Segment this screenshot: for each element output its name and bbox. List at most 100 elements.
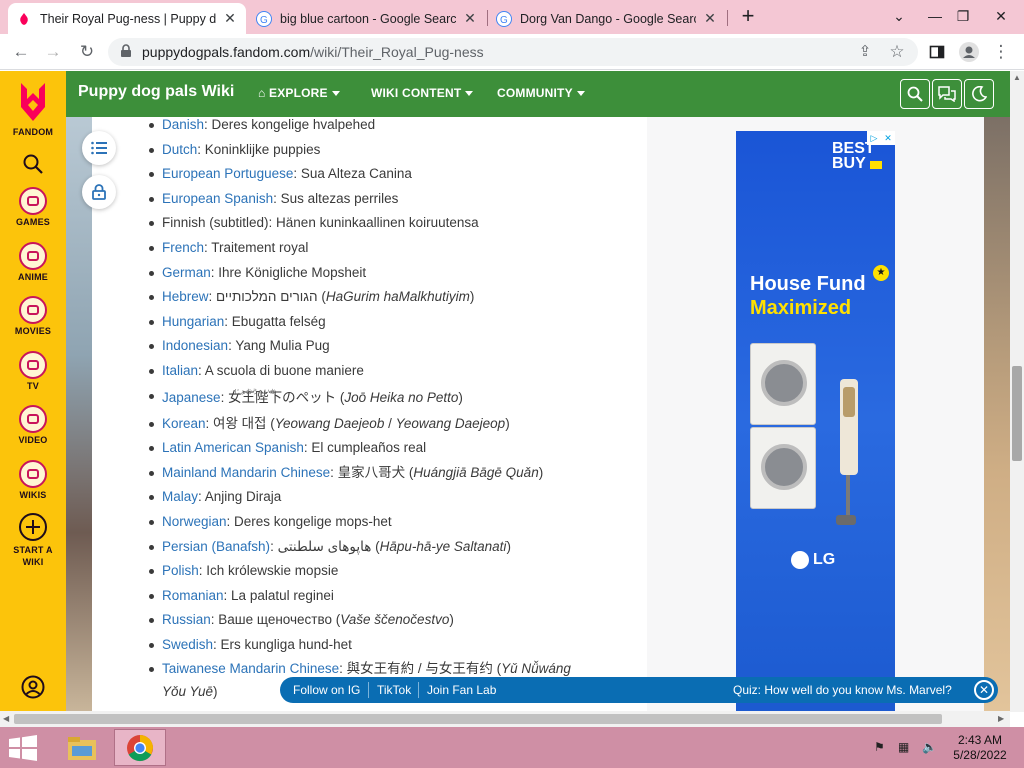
volume-muted-icon[interactable]: 🔈 — [922, 740, 937, 754]
advertisement[interactable]: ▷ ✕ BEST BUY House Fund ★ Maximized LG — [736, 131, 895, 711]
close-icon[interactable]: ✕ — [974, 680, 994, 700]
translation-punct: ) — [505, 415, 510, 431]
system-clock[interactable]: 2:43 AM 5/28/2022 — [950, 733, 1010, 763]
windows-start-icon[interactable] — [8, 735, 38, 761]
close-tab-icon[interactable]: ✕ — [222, 10, 238, 27]
ad-headline-1: House Fund — [750, 273, 866, 295]
language-link[interactable]: Latin American Spanish — [162, 440, 304, 455]
back-arrow-icon[interactable]: ← — [8, 39, 34, 65]
close-window-icon[interactable]: ✕ — [984, 0, 1018, 34]
language-link[interactable]: Taiwanese Mandarin Chinese — [162, 661, 339, 676]
close-tab-icon[interactable]: ✕ — [462, 10, 478, 27]
browser-toolbar: ← → ↻ puppydogpals.fandom.com/wiki/Their… — [0, 34, 1024, 70]
wiki-search-button[interactable] — [900, 79, 930, 109]
language-link[interactable]: Persian (Banafsh) — [162, 539, 270, 554]
rail-search[interactable] — [0, 153, 66, 177]
language-link[interactable]: Norwegian — [162, 514, 227, 529]
language-link[interactable]: European Spanish — [162, 191, 273, 206]
romanization-text: Joō Heika no Petto — [344, 389, 459, 405]
scroll-right-arrow-icon[interactable]: ▶ — [998, 714, 1004, 723]
fandom-favicon-icon — [16, 11, 32, 27]
tab-big-blue-cartoon[interactable]: G big blue cartoon - Google Search ✕ — [248, 3, 486, 34]
file-explorer-button[interactable] — [56, 729, 108, 766]
language-link[interactable]: Hungarian — [162, 314, 224, 329]
language-link[interactable]: European Portuguese — [162, 166, 293, 181]
language-link[interactable]: Romanian — [162, 588, 224, 603]
play-icon — [19, 405, 47, 433]
fandom-logo[interactable]: FANDOM — [0, 79, 66, 137]
tiktok-link[interactable]: TikTok — [377, 683, 411, 697]
language-link[interactable]: Russian — [162, 612, 211, 627]
wiki-name[interactable]: Puppy dog pals Wiki — [78, 83, 234, 101]
language-link[interactable]: Danish — [162, 117, 204, 132]
rail-item-anime[interactable]: ANIME — [0, 242, 66, 282]
page-protection-button[interactable] — [82, 175, 116, 209]
rail-item-games[interactable]: GAMES — [0, 187, 66, 227]
list-item: Korean: 여왕 대접 (Yeowang Daejeob / Yeowang… — [149, 414, 571, 439]
language-link[interactable]: German — [162, 265, 211, 280]
translation-text: : El cumpleaños real — [303, 440, 427, 456]
follow-on-ig-link[interactable]: Follow on IG — [293, 683, 360, 697]
google-favicon-icon: G — [496, 10, 512, 27]
language-link[interactable]: Swedish — [162, 637, 213, 652]
nav-wiki-content[interactable]: WIKI CONTENT — [371, 86, 474, 100]
language-link[interactable]: Hebrew — [162, 289, 209, 304]
rail-start-a-wiki[interactable]: START A WIKI — [0, 512, 66, 568]
rail-item-movies[interactable]: MOVIES — [0, 296, 66, 336]
join-fan-lab-link[interactable]: Join Fan Lab — [427, 683, 496, 697]
side-panel-icon[interactable] — [924, 39, 950, 65]
reload-icon[interactable]: ↻ — [74, 39, 100, 65]
lock-icon — [121, 44, 131, 57]
browser-tab-strip: Their Royal Pug-ness | Puppy dog pals Wi… — [0, 0, 1024, 34]
rail-item-tv[interactable]: TV — [0, 351, 66, 391]
folder-icon — [68, 736, 96, 760]
address-bar[interactable]: puppydogpals.fandom.com/wiki/Their_Royal… — [108, 38, 918, 66]
horizontal-scrollbar[interactable]: ◀ ▶ — [0, 711, 1010, 727]
network-icon[interactable]: ▦ — [898, 740, 909, 754]
rail-item-video[interactable]: VIDEO — [0, 405, 66, 445]
romanization-text: Hāpu-hā-ye Saltanati — [379, 538, 507, 554]
vertical-scroll-thumb[interactable] — [1012, 366, 1022, 461]
nav-explore[interactable]: ⌂ EXPLORE — [258, 86, 340, 100]
close-tab-icon[interactable]: ✕ — [702, 10, 718, 27]
list-item: Norwegian: Deres kongelige mops-het — [149, 512, 571, 537]
tab-their-royal-pugness[interactable]: Their Royal Pug-ness | Puppy dog pals Wi… — [8, 3, 246, 34]
scroll-left-arrow-icon[interactable]: ◀ — [3, 714, 9, 723]
language-link[interactable]: Japanese — [162, 390, 221, 405]
language-link[interactable]: Dutch — [162, 142, 197, 157]
restore-icon[interactable]: ❐ — [946, 0, 980, 34]
rail-user-account[interactable] — [0, 675, 66, 701]
translation-text: : 여왕 대접 ( — [205, 415, 275, 431]
rail-item-wikis[interactable]: WIKIS — [0, 460, 66, 500]
quiz-link[interactable]: Quiz: How well do you know Ms. Marvel? — [733, 683, 952, 697]
language-link[interactable]: Malay — [162, 489, 198, 504]
scroll-up-arrow-icon[interactable]: ▲ — [1013, 73, 1021, 82]
theme-toggle-button[interactable] — [964, 79, 994, 109]
translation-text: : הגורים המלכותיים ( — [208, 289, 326, 305]
tab-search-icon[interactable]: ⌄ — [882, 0, 916, 34]
language-link[interactable]: Italian — [162, 363, 198, 378]
washer-image — [750, 343, 816, 425]
chrome-menu-icon[interactable]: ⋮ — [988, 39, 1014, 65]
language-link[interactable]: Korean — [162, 416, 206, 431]
web-page: FANDOM GAMES ANIME MOVIES TV VIDEO WIKIS — [0, 71, 1024, 711]
action-center-flag-icon[interactable]: ⚑ — [874, 740, 885, 754]
table-of-contents-button[interactable] — [82, 131, 116, 165]
tab-dorg-van-dango[interactable]: G Dorg Van Dango - Google Search ✕ — [488, 3, 726, 34]
svg-text:G: G — [500, 15, 508, 24]
language-link[interactable]: French — [162, 240, 204, 255]
horizontal-scroll-thumb[interactable] — [14, 714, 942, 724]
new-tab-button[interactable]: + — [736, 3, 760, 31]
forward-arrow-icon[interactable]: → — [40, 39, 66, 65]
language-link[interactable]: Indonesian — [162, 338, 228, 353]
vertical-scrollbar[interactable]: ▲ — [1010, 71, 1024, 712]
translation-punct: ) — [449, 612, 454, 628]
nav-community[interactable]: COMMUNITY — [497, 86, 585, 100]
language-link[interactable]: Polish — [162, 563, 199, 578]
chrome-taskbar-button[interactable] — [114, 729, 166, 766]
language-link[interactable]: Mainland Mandarin Chinese — [162, 465, 330, 480]
profile-avatar-icon[interactable] — [956, 39, 982, 65]
bookmark-star-icon[interactable]: ☆ — [884, 39, 910, 65]
share-icon[interactable]: ⇪ — [852, 39, 878, 65]
discussions-button[interactable] — [932, 79, 962, 109]
